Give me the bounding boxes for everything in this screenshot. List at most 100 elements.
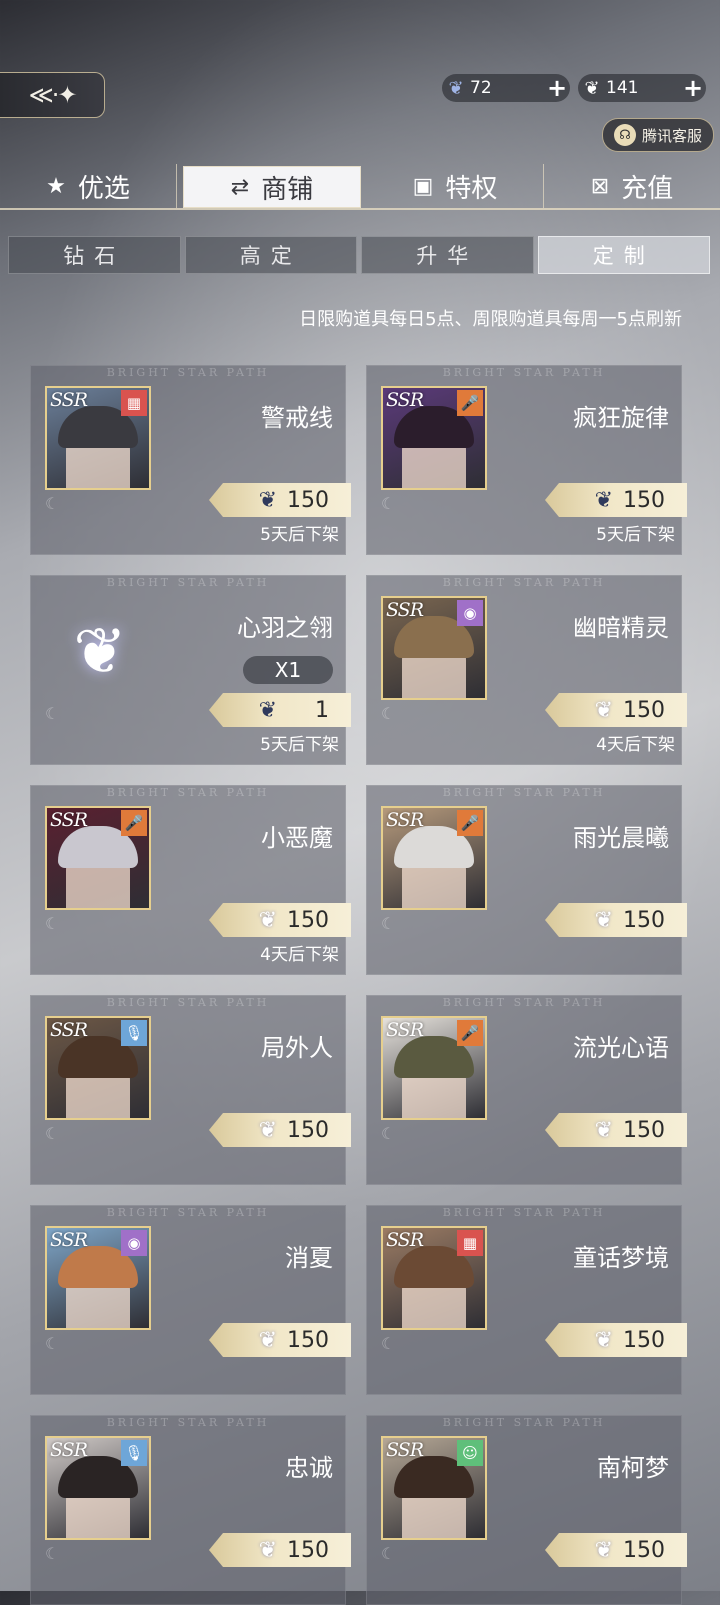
blue-feather-icon: ❦ <box>258 487 277 513</box>
shop-item-card[interactable]: BRIGHT STAR PATH ☾ SSR 🎤 雨光晨曦 ❦ 150 <box>366 785 687 975</box>
price-tag-button[interactable]: ❦ 150 <box>545 1113 687 1147</box>
item-name: 雨光晨曦 <box>573 824 669 852</box>
item-name: 局外人 <box>261 1034 333 1062</box>
currency-white-feather: ❦ 141 + <box>578 74 706 102</box>
tab-shop[interactable]: ⇄ 商铺 <box>183 166 361 208</box>
white-feather-icon: ❦ <box>258 1327 277 1353</box>
microphone-small-icon: 🎙 <box>121 1020 147 1046</box>
card-portrait: SSR 🎙 <box>45 1016 151 1120</box>
price-tag-button[interactable]: ❦ 150 <box>545 1323 687 1357</box>
card-portrait: SSR ◉ <box>45 1226 151 1330</box>
shop-item-card[interactable]: BRIGHT STAR PATH ☾ SSR ◉ 幽暗精灵 ❦ 150 4天后下架 <box>366 575 687 765</box>
price-tag-button[interactable]: ❦ 150 <box>545 1533 687 1567</box>
price-value: 150 <box>623 487 665 513</box>
price-tag-button[interactable]: ❦ 1 <box>209 693 351 727</box>
shop-item-card[interactable]: BRIGHT STAR PATH ☾ SSR 🎤 疯狂旋律 ❦ 150 5天后下架 <box>366 365 687 555</box>
currency-blue-feather: ❦ 72 + <box>442 74 570 102</box>
moon-icon: ☾ <box>45 1124 60 1143</box>
card-watermark: BRIGHT STAR PATH <box>442 576 606 589</box>
card-portrait: SSR 🎤 <box>381 386 487 490</box>
white-feather-icon: ❦ <box>258 1537 277 1563</box>
shop-item-card[interactable]: BRIGHT STAR PATH ☾ SSR 🎙 局外人 ❦ 150 <box>30 995 351 1185</box>
currency-blue-value: 72 <box>470 78 492 98</box>
shop-item-card[interactable]: BRIGHT STAR PATH ☾ SSR 🎙 忠诚 ❦ 150 <box>30 1415 351 1605</box>
price-tag-button[interactable]: ❦ 150 <box>209 1533 351 1567</box>
white-feather-icon: ❦ <box>594 1537 613 1563</box>
item-name: 童话梦境 <box>573 1244 669 1272</box>
moon-icon: ☾ <box>45 494 60 513</box>
price-value: 150 <box>287 1117 329 1143</box>
expire-label: 4天后下架 <box>596 735 675 755</box>
price-value: 150 <box>287 1327 329 1353</box>
recharge-icon: ⊠ <box>590 173 610 199</box>
card-portrait: SSR 🎤 <box>45 806 151 910</box>
microphone-icon: 🎤 <box>121 810 147 836</box>
item-name: 南柯梦 <box>597 1454 669 1482</box>
price-value: 150 <box>287 907 329 933</box>
shop-item-card[interactable]: BRIGHT STAR PATH ☾ SSR ◉ 消夏 ❦ 150 <box>30 1205 351 1395</box>
moon-icon: ☾ <box>381 494 396 513</box>
vinyl-icon: ◉ <box>457 600 483 626</box>
subtab-3[interactable]: 定制 <box>537 236 710 274</box>
tab-label: 充值 <box>621 173 674 204</box>
price-value: 150 <box>287 487 329 513</box>
shop-item-card[interactable]: BRIGHT STAR PATH ☾ SSR ▦ 警戒线 ❦ 150 5天后下架 <box>30 365 351 555</box>
item-name: 警戒线 <box>261 404 333 432</box>
add-blue-feather-button[interactable]: + <box>544 74 570 102</box>
shop-item-card[interactable]: BRIGHT STAR PATH ☾ SSR 🎤 流光心语 ❦ 150 <box>366 995 687 1185</box>
shop-item-card[interactable]: BRIGHT STAR PATH ☾ SSR ☺ 南柯梦 ❦ 150 <box>366 1415 687 1605</box>
customer-service-button[interactable]: ☊ 腾讯客服 <box>602 118 714 152</box>
tab-privilege[interactable]: ▣ 特权 <box>367 164 544 208</box>
price-tag-button[interactable]: ❦ 150 <box>209 1113 351 1147</box>
price-tag-button[interactable]: ❦ 150 <box>545 483 687 517</box>
card-portrait: SSR ◉ <box>381 596 487 700</box>
card-watermark: BRIGHT STAR PATH <box>106 1416 270 1429</box>
shop-item-card[interactable]: BRIGHT STAR PATH ☾ ❦ X1 心羽之翎 ❦ 1 5天后下架 <box>30 575 351 765</box>
subtab-1[interactable]: 高定 <box>184 236 357 274</box>
subtab-2[interactable]: 升华 <box>361 236 534 274</box>
card-watermark: BRIGHT STAR PATH <box>442 1206 606 1219</box>
price-tag-button[interactable]: ❦ 150 <box>545 903 687 937</box>
card-portrait: SSR ▦ <box>45 386 151 490</box>
quantity-badge: X1 <box>243 656 333 684</box>
subtab-0[interactable]: 钻石 <box>8 236 181 274</box>
price-value: 150 <box>623 1327 665 1353</box>
price-tag-button[interactable]: ❦ 150 <box>545 693 687 727</box>
main-tab-bar: ★ 优选 ⇄ 商铺 ▣ 特权 ⊠ 充值 <box>0 164 720 210</box>
price-tag-button[interactable]: ❦ 150 <box>209 903 351 937</box>
rarity-label: SSR <box>386 1229 424 1251</box>
price-value: 1 <box>315 697 329 723</box>
item-name: 小恶魔 <box>261 824 333 852</box>
price-tag-button[interactable]: ❦ 150 <box>209 1323 351 1357</box>
exchange-icon: ⇄ <box>230 174 250 200</box>
card-portrait: SSR ☺ <box>381 1436 487 1540</box>
expire-label: 5天后下架 <box>596 525 675 545</box>
card-watermark: BRIGHT STAR PATH <box>442 996 606 1009</box>
star-icon: ★ <box>46 173 66 199</box>
blue-feather-icon: ❦ <box>594 487 613 513</box>
white-feather-icon: ❦ <box>584 77 600 99</box>
rarity-label: SSR <box>50 1439 88 1461</box>
item-name: 消夏 <box>285 1244 333 1272</box>
expire-label: 5天后下架 <box>260 525 339 545</box>
shop-item-card[interactable]: BRIGHT STAR PATH ☾ SSR 🎤 小恶魔 ❦ 150 4天后下架 <box>30 785 351 975</box>
rarity-label: SSR <box>50 389 88 411</box>
tab-label: 商铺 <box>261 174 314 205</box>
vinyl-icon: ◉ <box>121 1230 147 1256</box>
smile-icon: ☺ <box>457 1440 483 1466</box>
price-value: 150 <box>623 907 665 933</box>
white-feather-icon: ❦ <box>594 1117 613 1143</box>
tab-featured[interactable]: ★ 优选 <box>0 164 177 208</box>
back-button[interactable]: ≪·✦ <box>0 72 105 118</box>
add-white-feather-button[interactable]: + <box>680 74 706 102</box>
card-watermark: BRIGHT STAR PATH <box>106 1206 270 1219</box>
shop-item-card[interactable]: BRIGHT STAR PATH ☾ SSR ▦ 童话梦境 ❦ 150 <box>366 1205 687 1395</box>
item-name: 流光心语 <box>573 1034 669 1062</box>
tab-recharge[interactable]: ⊠ 充值 <box>544 164 720 208</box>
moon-icon: ☾ <box>45 1544 60 1563</box>
back-arrow-icon: ≪·✦ <box>28 81 78 109</box>
rarity-label: SSR <box>50 1229 88 1251</box>
price-tag-button[interactable]: ❦ 150 <box>209 483 351 517</box>
moon-icon: ☾ <box>381 704 396 723</box>
blue-feather-icon: ❦ <box>448 77 464 99</box>
